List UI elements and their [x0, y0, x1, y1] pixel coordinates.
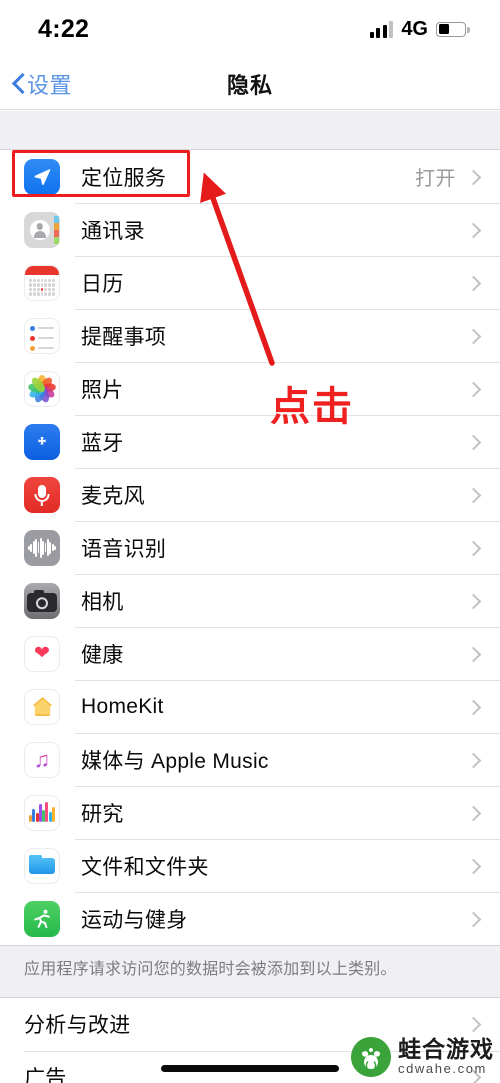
chevron-right-icon — [468, 539, 478, 557]
row-label: 研究 — [81, 802, 124, 826]
privacy-footer-note: 应用程序请求访问您的数据时会被添加到以上类别。 — [0, 946, 500, 997]
battery-icon — [436, 21, 470, 37]
row-files-folders[interactable]: 文件和文件夹 — [0, 839, 500, 892]
research-icon — [24, 794, 60, 831]
status-bar: 4:22 4G — [0, 0, 500, 58]
signal-bars-icon — [369, 20, 394, 38]
motion-fitness-icon — [24, 900, 60, 937]
chevron-right-icon — [468, 221, 478, 239]
row-contacts[interactable]: 通讯录 — [0, 203, 500, 256]
location-services-icon — [24, 158, 60, 195]
home-indicator[interactable] — [161, 1065, 339, 1072]
photos-icon — [24, 370, 60, 407]
chevron-right-icon — [468, 486, 478, 504]
health-icon: ❤ — [24, 635, 60, 672]
row-label: 语音识别 — [81, 537, 167, 561]
camera-icon — [24, 582, 60, 619]
row-motion-fitness[interactable]: 运动与健身 — [0, 892, 500, 945]
watermark: 蛙合游戏 cdwahe.com — [351, 1037, 494, 1077]
row-label: 广告 — [24, 1067, 67, 1083]
chevron-right-icon — [468, 698, 478, 716]
watermark-url: cdwahe.com — [398, 1061, 487, 1077]
iphone-screen: 4:22 4G 设置 隐私 定位服务 打开 通讯录 日历 提醒事项 照片 ᛭ 蓝… — [0, 0, 500, 1083]
chevron-right-icon — [468, 433, 478, 451]
row-label: 照片 — [81, 378, 124, 402]
row-label: 通讯录 — [81, 219, 145, 243]
navigation-bar: 设置 隐私 — [0, 58, 500, 110]
homekit-icon — [24, 688, 60, 725]
chevron-right-icon — [468, 804, 478, 822]
row-health[interactable]: ❤ 健康 — [0, 627, 500, 680]
status-indicators: 4G — [369, 17, 470, 41]
chevron-right-icon — [468, 751, 478, 769]
watermark-name: 蛙合游戏 — [398, 1037, 494, 1064]
row-speech-recognition[interactable]: 语音识别 — [0, 521, 500, 574]
apple-music-icon: ♫ — [24, 741, 60, 778]
chevron-right-icon — [468, 274, 478, 292]
row-camera[interactable]: 相机 — [0, 574, 500, 627]
row-label: 定位服务 — [81, 166, 167, 190]
row-label: HomeKit — [81, 694, 164, 718]
frog-logo-icon — [351, 1037, 391, 1077]
chevron-right-icon — [468, 380, 478, 398]
settings-scroll-view[interactable]: 定位服务 打开 通讯录 日历 提醒事项 照片 ᛭ 蓝牙 麦克风 语音识别 相机 … — [0, 111, 500, 1083]
row-label: 媒体与 Apple Music — [81, 749, 269, 773]
row-label: 文件和文件夹 — [81, 855, 209, 879]
chevron-right-icon — [468, 910, 478, 928]
row-location-services[interactable]: 定位服务 打开 — [0, 150, 500, 203]
chevron-right-icon — [468, 1015, 478, 1033]
network-type-label: 4G — [401, 17, 428, 40]
bluetooth-icon: ᛭ — [24, 423, 60, 460]
row-label: 健康 — [81, 643, 124, 667]
row-value: 打开 — [415, 168, 456, 190]
row-media-apple-music[interactable]: ♫ 媒体与 Apple Music — [0, 733, 500, 786]
chevron-right-icon — [468, 168, 478, 186]
contacts-icon — [24, 211, 60, 248]
chevron-right-icon — [468, 645, 478, 663]
status-time: 4:22 — [38, 14, 90, 43]
page-title: 隐私 — [226, 72, 273, 98]
row-label: 分析与改进 — [24, 1014, 131, 1038]
row-photos[interactable]: 照片 — [0, 362, 500, 415]
microphone-icon — [24, 476, 60, 513]
chevron-right-icon — [468, 857, 478, 875]
row-label: 麦克风 — [81, 484, 145, 508]
row-calendar[interactable]: 日历 — [0, 256, 500, 309]
row-research[interactable]: 研究 — [0, 786, 500, 839]
chevron-right-icon — [468, 327, 478, 345]
files-folders-icon — [24, 847, 60, 884]
row-bluetooth[interactable]: ᛭ 蓝牙 — [0, 415, 500, 468]
row-label: 相机 — [81, 590, 124, 614]
row-label: 日历 — [81, 272, 124, 296]
row-homekit[interactable]: HomeKit — [0, 680, 500, 733]
top-spacer — [0, 111, 500, 149]
speech-recognition-icon — [24, 529, 60, 566]
chevron-right-icon — [468, 592, 478, 610]
reminders-icon — [24, 317, 60, 354]
row-reminders[interactable]: 提醒事项 — [0, 309, 500, 362]
row-label: 运动与健身 — [81, 908, 188, 932]
row-label: 提醒事项 — [81, 325, 167, 349]
row-label: 蓝牙 — [81, 431, 124, 455]
privacy-categories-group: 定位服务 打开 通讯录 日历 提醒事项 照片 ᛭ 蓝牙 麦克风 语音识别 相机 … — [0, 149, 500, 946]
row-microphone[interactable]: 麦克风 — [0, 468, 500, 521]
calendar-icon — [24, 264, 60, 301]
